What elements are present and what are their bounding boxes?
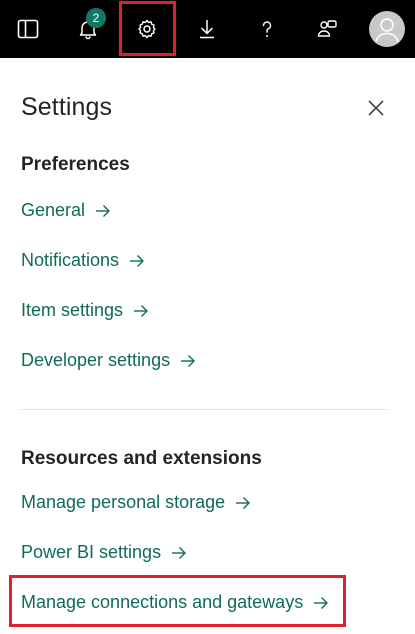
arrow-right-icon: [133, 304, 149, 318]
avatar-icon: [375, 18, 399, 43]
section-divider: [21, 409, 387, 410]
link-power-bi-settings[interactable]: Power BI settings: [21, 542, 187, 563]
notification-count-badge: 2: [86, 8, 106, 28]
manage-connections-highlight: [9, 575, 346, 627]
link-general[interactable]: General: [21, 200, 111, 221]
link-item-settings[interactable]: Item settings: [21, 300, 149, 321]
close-button[interactable]: [362, 96, 390, 124]
panel-toggle-button[interactable]: [3, 0, 53, 58]
arrow-right-icon: [129, 254, 145, 268]
link-label: Item settings: [21, 300, 124, 320]
arrow-right-icon: [95, 204, 111, 218]
panel-toggle-icon: [16, 17, 40, 41]
link-developer-settings[interactable]: Developer settings: [21, 350, 196, 371]
feedback-button[interactable]: [302, 0, 352, 58]
avatar[interactable]: [369, 11, 405, 47]
page-title: Settings: [21, 93, 113, 121]
arrow-right-icon: [235, 496, 251, 510]
arrow-right-icon: [180, 354, 196, 368]
feedback-icon: [315, 17, 339, 41]
link-manage-personal-storage[interactable]: Manage personal storage: [21, 492, 251, 513]
link-label: Developer settings: [21, 350, 171, 370]
close-icon: [367, 99, 385, 122]
download-icon: [195, 17, 219, 41]
notifications-button[interactable]: [63, 0, 113, 58]
preferences-heading: Preferences: [21, 154, 130, 175]
arrow-right-icon: [171, 546, 187, 560]
link-label: General: [21, 200, 86, 220]
help-button[interactable]: [242, 0, 292, 58]
settings-highlight: [119, 1, 176, 56]
top-bar: 2: [0, 0, 415, 58]
download-button[interactable]: [182, 0, 232, 58]
help-icon: [255, 17, 279, 41]
link-label: Notifications: [21, 250, 120, 270]
resources-heading: Resources and extensions: [21, 448, 262, 469]
link-notifications[interactable]: Notifications: [21, 250, 145, 271]
link-label: Power BI settings: [21, 542, 162, 562]
link-label: Manage personal storage: [21, 492, 226, 512]
